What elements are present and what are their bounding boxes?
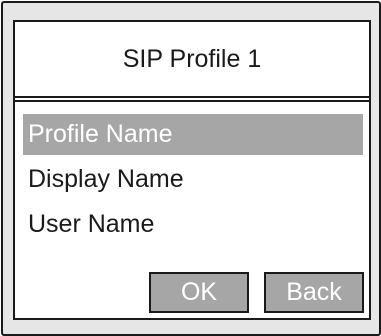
menu-item-display-name[interactable]: Display Name xyxy=(23,159,363,200)
device-bezel: SIP Profile 1 Profile Name Display Name … xyxy=(1,1,381,336)
title-divider xyxy=(15,100,369,102)
menu-item-user-name[interactable]: User Name xyxy=(23,204,363,245)
lcd-screen: SIP Profile 1 Profile Name Display Name … xyxy=(13,20,371,320)
back-button[interactable]: Back xyxy=(264,272,364,313)
screen-title: SIP Profile 1 xyxy=(15,22,369,98)
menu-list: Profile Name Display Name User Name xyxy=(23,114,363,249)
menu-item-profile-name[interactable]: Profile Name xyxy=(23,114,363,155)
ok-button[interactable]: OK xyxy=(149,272,249,313)
